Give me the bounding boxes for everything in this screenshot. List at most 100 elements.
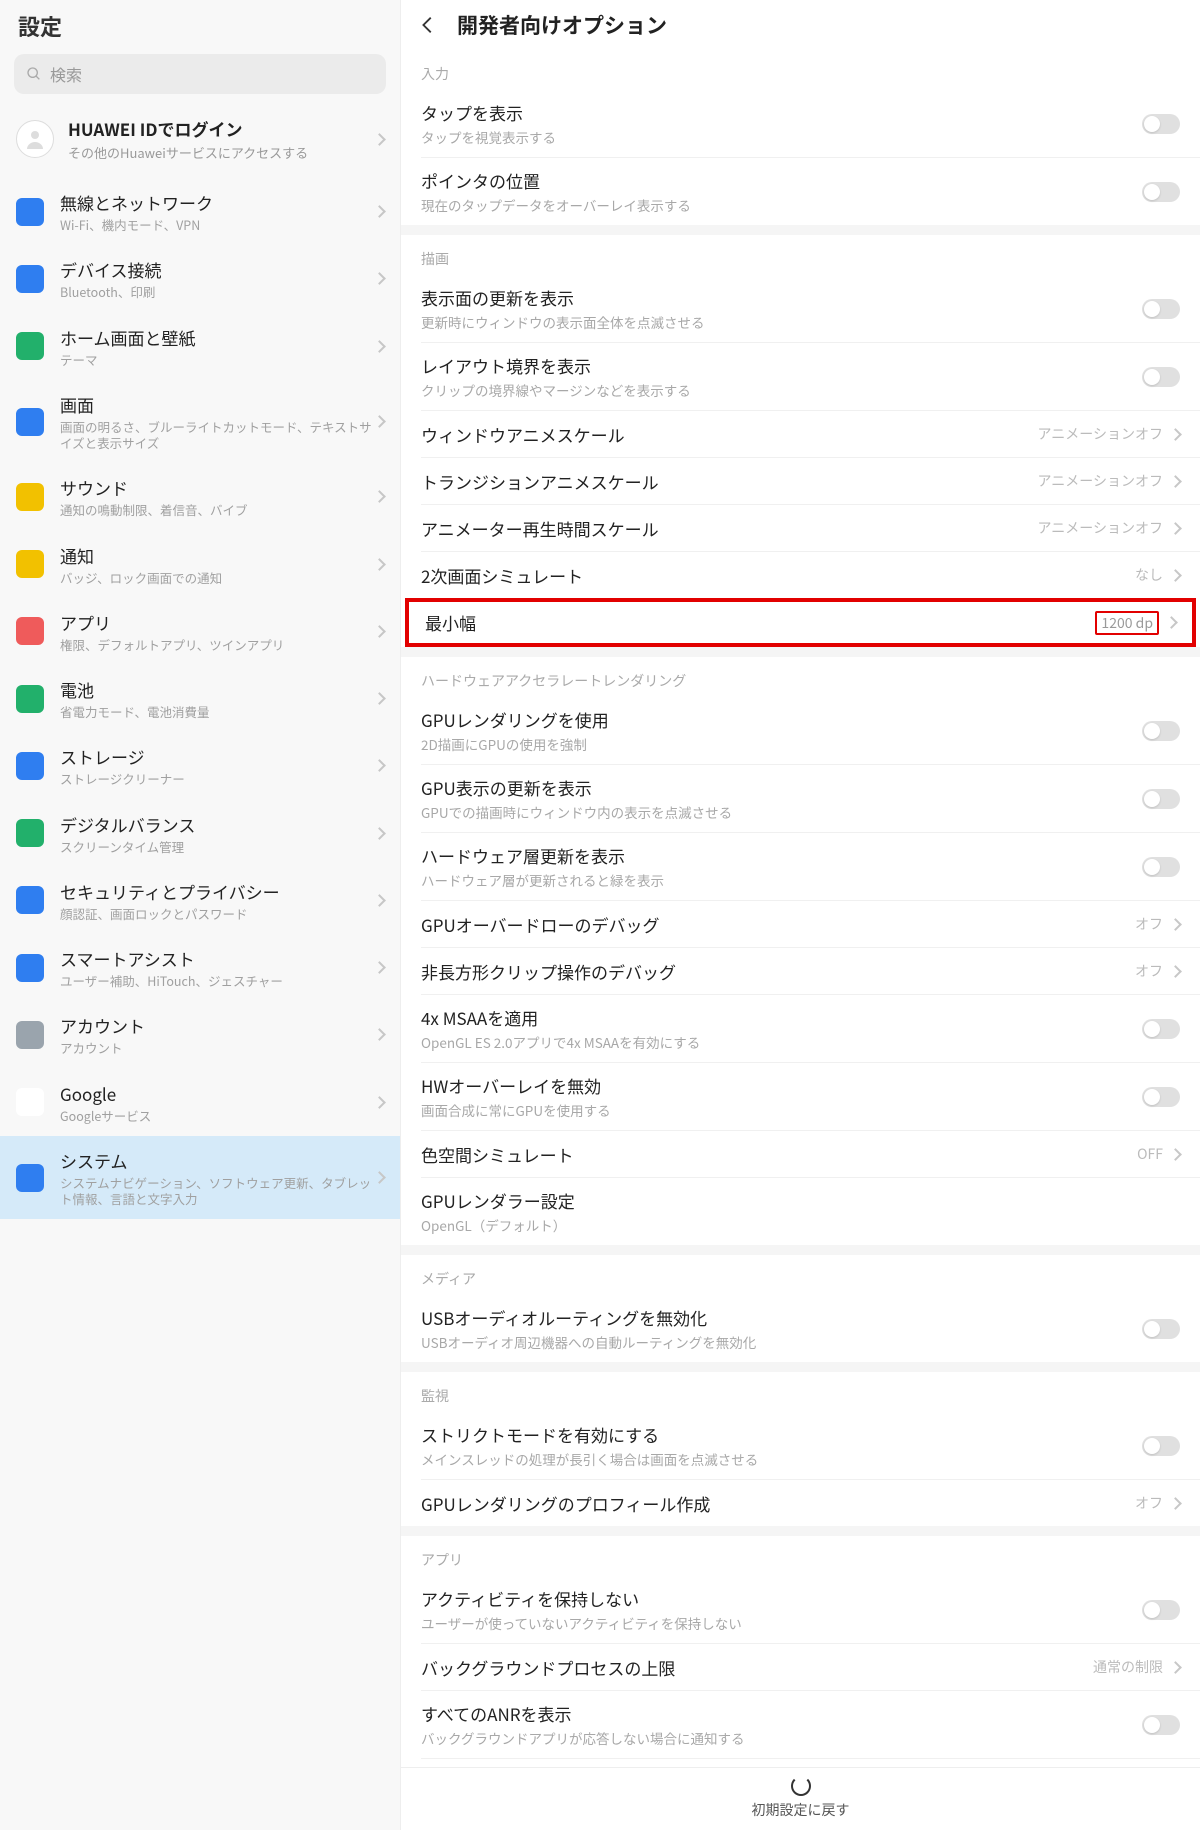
reset-defaults-button[interactable]: 初期設定に戻す	[401, 1767, 1200, 1830]
setting-row[interactable]: アニメーター再生時間スケール アニメーションオフ	[401, 505, 1200, 551]
sidebar-item-8[interactable]: ストレージ ストレージクリーナー	[0, 732, 400, 799]
profile-title: HUAWEI IDでログイン	[68, 116, 375, 141]
row-title: ストリクトモードを有効にする	[421, 1422, 1142, 1447]
sidebar-item-4[interactable]: サウンド 通知の鳴動制限、着信音、バイブ	[0, 463, 400, 530]
toggle-switch[interactable]	[1142, 1019, 1180, 1039]
setting-row[interactable]: すべてのANRを表示 バックグラウンドアプリが応答しない場合に通知する	[401, 1691, 1200, 1758]
row-value: オフ	[1135, 914, 1163, 934]
back-button[interactable]	[417, 14, 439, 36]
row-value: 1200 dp	[1095, 611, 1159, 635]
setting-row[interactable]: ポインタの位置 現在のタップデータをオーバーレイ表示する	[401, 158, 1200, 225]
setting-row[interactable]: 色空間シミュレート OFF	[401, 1131, 1200, 1177]
section-header: アプリ	[401, 1536, 1200, 1576]
row-value: 通常の制限	[1093, 1657, 1163, 1677]
sidebar-item-5[interactable]: 通知 バッジ、ロック画面での通知	[0, 531, 400, 598]
chevron-right-icon	[1169, 965, 1182, 978]
toggle-switch[interactable]	[1142, 182, 1180, 202]
sidebar-item-7[interactable]: 電池 省電力モード、電池消費量	[0, 665, 400, 732]
row-title: ポインタの位置	[421, 168, 1142, 193]
row-title: すべてのANRを表示	[421, 1701, 1142, 1726]
sidebar-item-3[interactable]: 画面 画面の明るさ、ブルーライトカットモード、テキストサイズと表示サイズ	[0, 380, 400, 464]
setting-row[interactable]: GPUオーバードローのデバッグ オフ	[401, 901, 1200, 947]
sidebar-icon	[16, 685, 44, 713]
row-title: GPUレンダリングを使用	[421, 707, 1142, 732]
setting-row[interactable]: GPU表示の更新を表示 GPUでの描画時にウィンドウ内の表示を点滅させる	[401, 765, 1200, 832]
avatar-icon	[16, 120, 54, 158]
row-title: トランジションアニメスケール	[421, 469, 1038, 494]
sidebar-item-9[interactable]: デジタルバランス スクリーンタイム管理	[0, 800, 400, 867]
setting-row[interactable]: 無効なアプリ	[401, 1759, 1200, 1767]
chevron-right-icon	[373, 491, 386, 504]
setting-row[interactable]: ウィンドウアニメスケール アニメーションオフ	[401, 411, 1200, 457]
setting-row[interactable]: 4x MSAAを適用 OpenGL ES 2.0アプリで4x MSAAを有効にす…	[401, 995, 1200, 1062]
sidebar-item-sub: システムナビゲーション、ソフトウェア更新、タブレット情報、言語と文字入力	[60, 1175, 375, 1208]
toggle-switch[interactable]	[1142, 1436, 1180, 1456]
search-input[interactable]: 検索	[14, 54, 386, 94]
toggle-switch[interactable]	[1142, 1715, 1180, 1735]
sidebar-item-12[interactable]: アカウント アカウント	[0, 1001, 400, 1068]
sidebar-item-sub: ユーザー補助、HiTouch、ジェスチャー	[60, 973, 375, 989]
setting-row[interactable]: HWオーバーレイを無効 画面合成に常にGPUを使用する	[401, 1063, 1200, 1130]
sidebar-icon	[16, 886, 44, 914]
sidebar-item-label: アプリ	[60, 610, 375, 635]
setting-row[interactable]: 非長方形クリップ操作のデバッグ オフ	[401, 948, 1200, 994]
setting-row[interactable]: トランジションアニメスケール アニメーションオフ	[401, 458, 1200, 504]
setting-row[interactable]: USBオーディオルーティングを無効化 USBオーディオ周辺機器への自動ルーティン…	[401, 1295, 1200, 1362]
toggle-switch[interactable]	[1142, 367, 1180, 387]
setting-row[interactable]: ハードウェア層更新を表示 ハードウェア層が更新されると緑を表示	[401, 833, 1200, 900]
setting-row[interactable]: GPUレンダリングのプロフィール作成 オフ	[401, 1480, 1200, 1526]
row-title: GPUレンダラー設定	[421, 1188, 1180, 1213]
toggle-switch[interactable]	[1142, 1319, 1180, 1339]
row-title: 色空間シミュレート	[421, 1142, 1137, 1167]
sidebar-item-label: 無線とネットワーク	[60, 190, 375, 215]
setting-row[interactable]: 表示面の更新を表示 更新時にウィンドウの表示面全体を点滅させる	[401, 275, 1200, 342]
sidebar-item-14[interactable]: システム システムナビゲーション、ソフトウェア更新、タブレット情報、言語と文字入…	[0, 1136, 400, 1220]
setting-row[interactable]: タップを表示 タップを視覚表示する	[401, 90, 1200, 157]
toggle-switch[interactable]	[1142, 299, 1180, 319]
row-sub: 更新時にウィンドウの表示面全体を点滅させる	[421, 312, 1142, 332]
sidebar-icon	[16, 550, 44, 578]
toggle-switch[interactable]	[1142, 1087, 1180, 1107]
row-value: なし	[1135, 565, 1163, 585]
sidebar-item-2[interactable]: ホーム画面と壁紙 テーマ	[0, 313, 400, 380]
sidebar-item-label: デバイス接続	[60, 257, 375, 282]
toggle-switch[interactable]	[1142, 789, 1180, 809]
chevron-right-icon	[373, 205, 386, 218]
chevron-right-icon	[1169, 428, 1182, 441]
toggle-switch[interactable]	[1142, 721, 1180, 741]
row-title: 2次画面シミュレート	[421, 563, 1135, 588]
sidebar-item-label: サウンド	[60, 475, 375, 500]
setting-row[interactable]: 2次画面シミュレート なし	[401, 552, 1200, 598]
sidebar-item-sub: ストレージクリーナー	[60, 771, 375, 787]
sidebar-item-13[interactable]: Google Googleサービス	[0, 1069, 400, 1136]
section-header: 描画	[401, 235, 1200, 275]
sidebar-icon	[16, 1164, 44, 1192]
setting-row[interactable]: GPUレンダラー設定 OpenGL（デフォルト）	[401, 1178, 1200, 1245]
toggle-switch[interactable]	[1142, 857, 1180, 877]
row-sub: USBオーディオ周辺機器への自動ルーティングを無効化	[421, 1332, 1142, 1352]
setting-row[interactable]: ストリクトモードを有効にする メインスレッドの処理が長引く場合は画面を点滅させる	[401, 1412, 1200, 1479]
setting-row[interactable]: バックグラウンドプロセスの上限 通常の制限	[401, 1644, 1200, 1690]
sidebar-icon	[16, 1021, 44, 1049]
row-sub: バックグラウンドアプリが応答しない場合に通知する	[421, 1728, 1142, 1748]
sidebar-item-11[interactable]: スマートアシスト ユーザー補助、HiTouch、ジェスチャー	[0, 934, 400, 1001]
sidebar-item-1[interactable]: デバイス接続 Bluetooth、印刷	[0, 245, 400, 312]
sidebar-icon	[16, 954, 44, 982]
sidebar-item-10[interactable]: セキュリティとプライバシー 顔認証、画面ロックとパスワード	[0, 867, 400, 934]
sidebar-item-sub: 画面の明るさ、ブルーライトカットモード、テキストサイズと表示サイズ	[60, 419, 375, 452]
search-placeholder: 検索	[50, 62, 82, 86]
sidebar-item-6[interactable]: アプリ 権限、デフォルトアプリ、ツインアプリ	[0, 598, 400, 665]
toggle-switch[interactable]	[1142, 114, 1180, 134]
row-value: アニメーションオフ	[1038, 424, 1163, 444]
setting-row[interactable]: GPUレンダリングを使用 2D描画にGPUの使用を強制	[401, 697, 1200, 764]
section-header: 監視	[401, 1372, 1200, 1412]
setting-row[interactable]: アクティビティを保持しない ユーザーが使っていないアクティビティを保持しない	[401, 1576, 1200, 1643]
huawei-id-login[interactable]: HUAWEI IDでログイン その他のHuaweiサービスにアクセスする	[0, 106, 400, 178]
setting-row[interactable]: レイアウト境界を表示 クリップの境界線やマージンなどを表示する	[401, 343, 1200, 410]
sidebar-icon	[16, 819, 44, 847]
setting-row[interactable]: 最小幅 1200 dp	[405, 598, 1196, 647]
row-sub: 現在のタップデータをオーバーレイ表示する	[421, 195, 1142, 215]
sidebar-item-0[interactable]: 無線とネットワーク Wi-Fi、機内モード、VPN	[0, 178, 400, 245]
sidebar-icon	[16, 752, 44, 780]
toggle-switch[interactable]	[1142, 1600, 1180, 1620]
